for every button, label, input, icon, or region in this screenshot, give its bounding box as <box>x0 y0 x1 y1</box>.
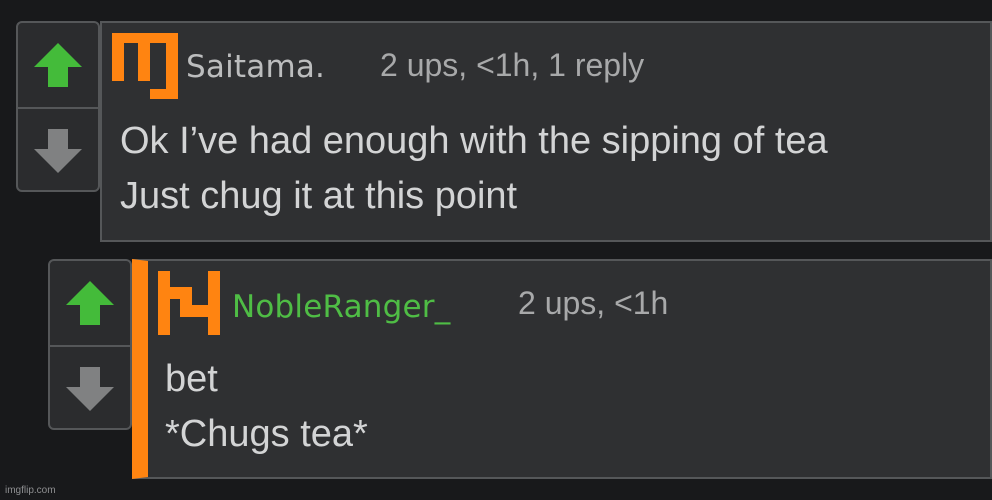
reply-meta: 2 ups, <1h <box>518 285 669 321</box>
downvote-button[interactable] <box>18 109 98 192</box>
comment-meta: 2 ups, <1h, 1 reply <box>380 47 645 83</box>
orange-pixel-glyph-icon <box>112 33 178 99</box>
comment-body-line: Ok I’ve had enough with the sipping of t… <box>120 120 828 162</box>
arrow-down-icon <box>66 366 114 411</box>
arrow-down-icon <box>34 128 82 173</box>
reply-body-line: bet <box>165 358 218 400</box>
comment-body-line: Just chug it at this point <box>120 175 518 217</box>
upvote-button[interactable] <box>50 261 130 345</box>
arrow-up-icon <box>66 281 114 325</box>
arrow-up-icon <box>34 43 82 87</box>
reply-comment-card: NobleRanger_ 2 ups, <1h bet *Chugs tea* <box>132 259 992 479</box>
vote-column <box>48 259 132 430</box>
imgflip-watermark: imgflip.com <box>5 485 56 496</box>
reply-username[interactable]: NobleRanger_ <box>232 289 450 325</box>
vote-column <box>16 21 100 192</box>
upvote-button[interactable] <box>18 23 98 107</box>
reply-body-line: *Chugs tea* <box>165 413 368 455</box>
comment-card: Saitama. 2 ups, <1h, 1 reply Ok I’ve had… <box>100 21 992 242</box>
orange-pixel-glyph-icon <box>158 271 220 335</box>
comment-username[interactable]: Saitama. <box>186 49 325 85</box>
downvote-button[interactable] <box>50 347 130 430</box>
comment-thread: Saitama. 2 ups, <1h, 1 reply Ok I’ve had… <box>0 0 992 500</box>
